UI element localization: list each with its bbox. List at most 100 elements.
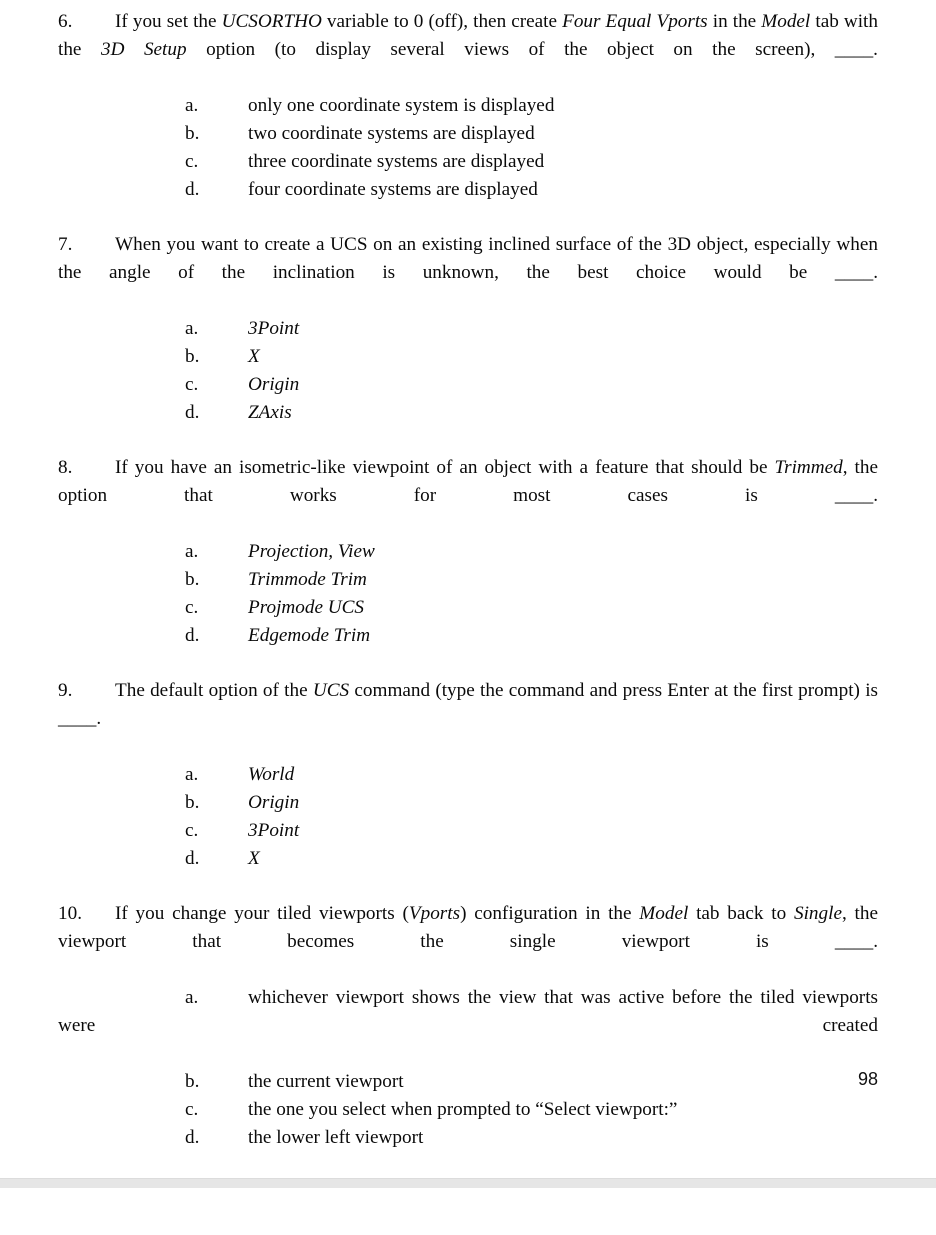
stem-fragment-italic: Four Equal Vports [562, 11, 708, 32]
option-letter: a. [185, 764, 199, 785]
stem-fragment: variable to 0 (off), then create [321, 11, 563, 32]
option-letter: a. [185, 318, 199, 339]
question-stem-text: The default option of the UCS command (t… [58, 680, 878, 729]
stem-fragment: ) configuration in the [460, 903, 640, 924]
question-stem-text: If you change your tiled viewports (Vpor… [58, 903, 878, 952]
option-item[interactable]: c. Projmode UCS [58, 594, 878, 622]
stem-fragment: The default option of the [115, 680, 313, 701]
option-letter: a. [185, 95, 199, 116]
stem-fragment: If you change your tiled viewports ( [115, 903, 409, 924]
option-text: Edgemode Trim [248, 625, 371, 646]
option-item[interactable]: c. 3Point [58, 817, 878, 845]
option-item[interactable]: c. the one you select when prompted to “S… [58, 1096, 878, 1124]
stem-fragment-italic: Single [794, 903, 842, 924]
stem-fragment: option (to display several views of the … [186, 39, 878, 60]
question-stem-text: When you want to create a UCS on an exis… [58, 234, 878, 283]
option-item[interactable]: a. whichever viewport shows the view that… [58, 984, 878, 1068]
stem-fragment: If you set the [115, 11, 222, 32]
document-page: 6. If you set the UCSORTHO variable to 0 … [0, 0, 936, 1178]
question-stem-text: If you set the UCSORTHO variable to 0 (o… [58, 11, 878, 60]
stem-fragment-italic: Vports [408, 903, 461, 924]
option-letter: b. [185, 123, 200, 144]
option-letter: c. [185, 151, 199, 172]
option-item[interactable]: a. only one coordinate system is displaye… [58, 92, 878, 120]
option-text: Origin [248, 374, 300, 395]
option-list: a. Projection, View b. Trimmode Trim c. Pro… [58, 538, 878, 650]
option-letter: d. [185, 179, 200, 200]
option-letter: c. [185, 597, 199, 618]
option-item[interactable]: c. three coordinate systems are displayed [58, 148, 878, 176]
question-block: 7. When you want to create a UCS on an ex… [58, 231, 878, 427]
option-text: four coordinate systems are displayed [248, 179, 538, 200]
question-block: 6. If you set the UCSORTHO variable to 0 … [58, 8, 878, 204]
option-text: three coordinate systems are displayed [248, 151, 545, 172]
option-letter: d. [185, 1127, 200, 1148]
option-text: World [248, 764, 295, 785]
question-number: 6. [58, 11, 73, 32]
option-item[interactable]: a. World [58, 761, 878, 789]
option-text: Projection, View [248, 541, 375, 562]
option-letter: d. [185, 402, 200, 423]
page-number: 98 [857, 1069, 878, 1089]
question-number: 7. [58, 234, 73, 255]
option-item[interactable]: a. Projection, View [58, 538, 878, 566]
option-letter: c. [185, 820, 199, 841]
option-text: whichever viewport shows the view that w… [58, 987, 878, 1036]
option-text: X [248, 848, 260, 869]
question-block: 10. If you change your tiled viewports (V… [58, 900, 878, 1152]
option-list: a. only one coordinate system is displaye… [58, 92, 878, 204]
stem-fragment-italic: UCS [312, 680, 350, 701]
option-list: a. 3Point b. X c. Origin d. ZAxis [58, 315, 878, 427]
option-text: Origin [248, 792, 300, 813]
option-text: the lower left viewport [248, 1127, 424, 1148]
question-stem: 8. If you have an isometric-like viewpoin… [58, 454, 878, 538]
option-text: X [248, 346, 260, 367]
option-item[interactable]: d. X [58, 845, 878, 873]
option-text: the one you select when prompted to “Sel… [248, 1099, 678, 1120]
option-item[interactable]: a. 3Point [58, 315, 878, 343]
option-text: 3Point [248, 820, 300, 841]
option-item[interactable]: b. X [58, 343, 878, 371]
option-text: only one coordinate system is displayed [248, 95, 555, 116]
option-letter: b. [185, 346, 200, 367]
page-content: 6. If you set the UCSORTHO variable to 0 … [58, 8, 878, 1152]
next-page-top [0, 1188, 936, 1235]
option-letter: b. [185, 792, 200, 813]
stem-fragment-italic: 3D Setup [100, 39, 187, 60]
option-text: Projmode UCS [248, 597, 365, 618]
option-item[interactable]: b. Origin [58, 789, 878, 817]
question-stem: 9. The default option of the UCS command … [58, 677, 878, 761]
question-number: 10. [58, 903, 82, 924]
option-item[interactable]: d. the lower left viewport [58, 1124, 878, 1152]
option-item[interactable]: b. two coordinate systems are displayed [58, 120, 878, 148]
question-number: 8. [58, 457, 73, 478]
option-letter: d. [185, 625, 200, 646]
question-stem: 10. If you change your tiled viewports (V… [58, 900, 878, 984]
option-text: two coordinate systems are displayed [248, 123, 535, 144]
question-stem: 6. If you set the UCSORTHO variable to 0 … [58, 8, 878, 92]
option-item[interactable]: d. Edgemode Trim [58, 622, 878, 650]
option-list: a. World b. Origin c. 3Point d. X [58, 761, 878, 873]
question-block: 9. The default option of the UCS command … [58, 677, 878, 873]
option-letter: c. [185, 374, 199, 395]
stem-fragment-italic: UCSORTHO [221, 11, 322, 32]
question-stem-text: If you have an isometric-like viewpoint … [58, 457, 878, 506]
option-item[interactable]: d. ZAxis [58, 399, 878, 427]
stem-fragment-italic: Trimmed [774, 457, 843, 478]
question-number: 9. [58, 680, 73, 701]
question-block: 8. If you have an isometric-like viewpoin… [58, 454, 878, 650]
stem-fragment: in the [707, 11, 762, 32]
option-letter: a. [185, 987, 199, 1008]
option-item[interactable]: b. Trimmode Trim [58, 566, 878, 594]
stem-fragment: tab back to [688, 903, 794, 924]
option-item[interactable]: d. four coordinate systems are displayed [58, 176, 878, 204]
option-text: 3Point [248, 318, 300, 339]
option-letter: b. [185, 569, 200, 590]
option-text: Trimmode Trim [248, 569, 367, 590]
option-letter: a. [185, 541, 199, 562]
option-letter: c. [185, 1099, 199, 1120]
option-item[interactable]: c. Origin [58, 371, 878, 399]
stem-fragment-italic: Model [761, 11, 811, 32]
option-letter: d. [185, 848, 200, 869]
option-text: ZAxis [248, 402, 292, 423]
